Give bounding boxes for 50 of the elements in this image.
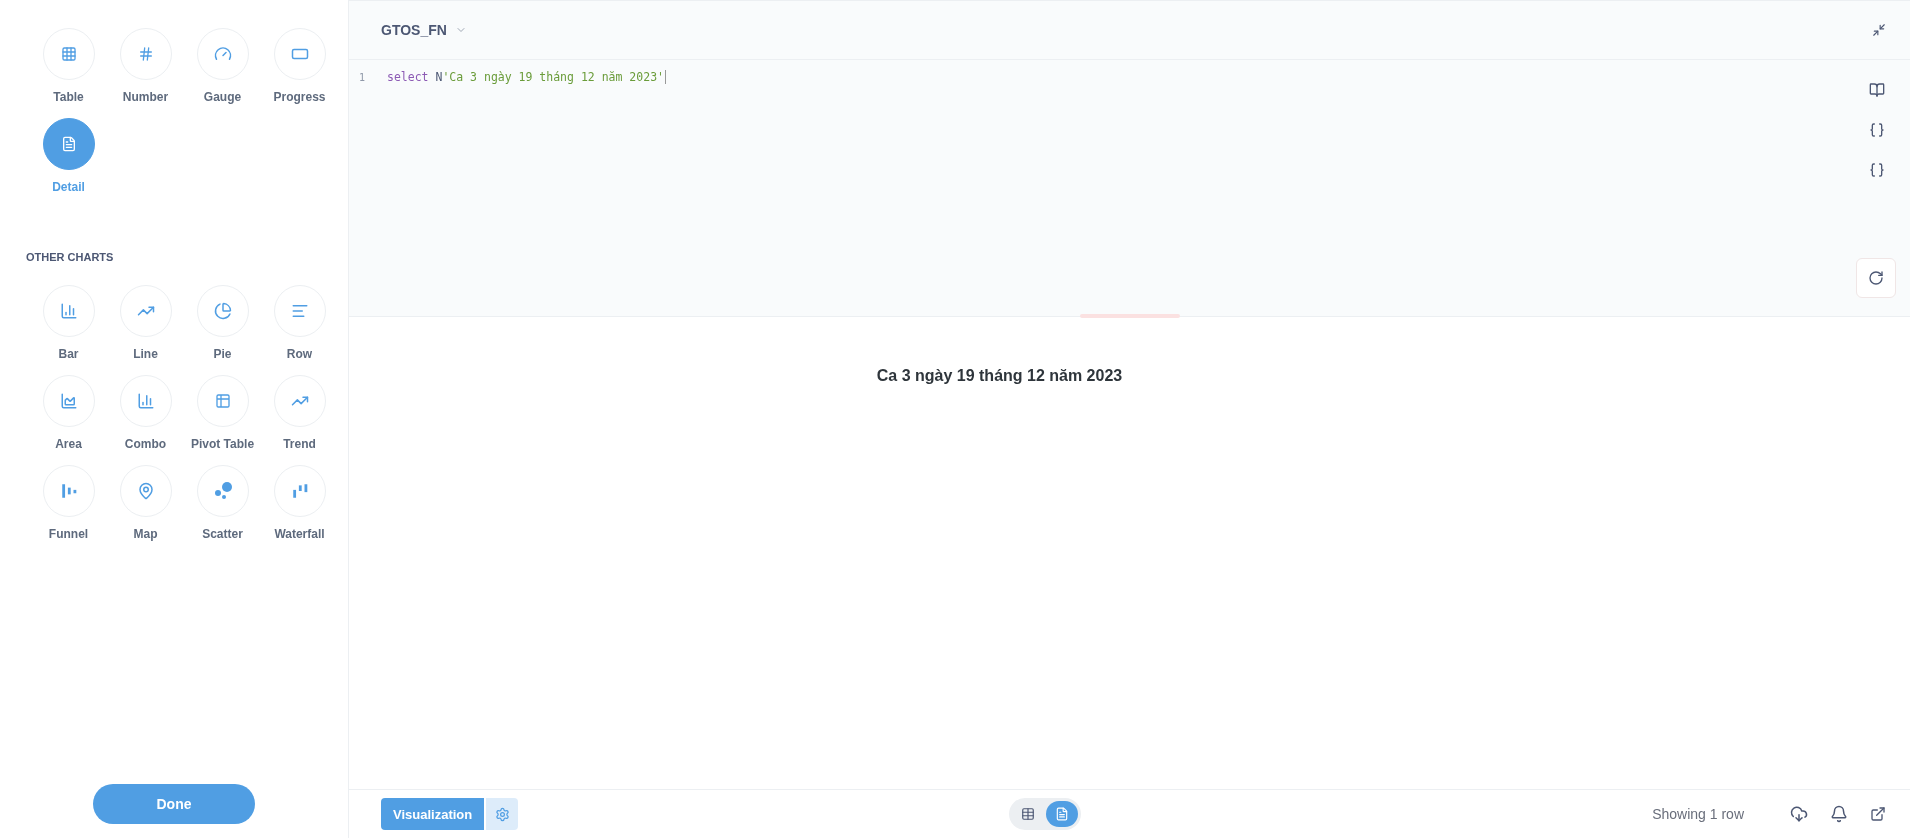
chart-type-label: Area xyxy=(55,437,82,451)
settings-button[interactable] xyxy=(486,798,519,830)
funnel-icon xyxy=(59,482,78,500)
rows-icon xyxy=(290,302,309,320)
chart-type-label: Scatter xyxy=(202,527,243,541)
pivot-table-icon xyxy=(214,393,231,409)
code-editor[interactable]: 1 select N'Ca 3 ngày 19 tháng 12 năm 2023' xyxy=(349,60,1910,317)
document-icon xyxy=(1055,807,1070,821)
gear-icon xyxy=(494,806,510,822)
waterfall-icon xyxy=(290,482,309,500)
detail-view-button[interactable] xyxy=(1046,801,1079,827)
chart-type-label: Funnel xyxy=(48,527,89,541)
chart-type-label: Pie xyxy=(213,347,232,361)
pie-chart-icon xyxy=(213,302,232,320)
chart-type-label: Number xyxy=(122,90,169,104)
result-value: Ca 3 ngày 19 tháng 12 năm 2023 xyxy=(876,367,1123,385)
area-chart-icon xyxy=(59,392,78,410)
chart-type-label: Table xyxy=(53,90,84,104)
table-icon xyxy=(1021,807,1036,821)
chart-type-label: Progress xyxy=(273,90,326,104)
chart-type-label: Bar xyxy=(58,347,79,361)
gauge-icon xyxy=(213,45,232,63)
database-selector[interactable]: GTOS_FN xyxy=(381,22,467,38)
line-number: 1 xyxy=(358,71,366,83)
external-link-icon[interactable] xyxy=(1870,806,1886,822)
refresh-button[interactable] xyxy=(1856,258,1896,298)
bar-chart-icon xyxy=(59,302,78,320)
chart-type-label: Trend xyxy=(283,437,316,451)
code-line: select N'Ca 3 ngày 19 tháng 12 năm 2023' xyxy=(375,70,666,84)
chart-type-label: Gauge xyxy=(203,90,242,104)
refresh-icon xyxy=(1868,270,1884,286)
chart-type-label: Waterfall xyxy=(274,527,325,541)
map-pin-icon xyxy=(136,482,155,500)
chart-type-label: Combo xyxy=(124,437,167,451)
download-icon[interactable] xyxy=(1790,805,1808,823)
chart-type-label: Map xyxy=(133,527,158,541)
section-heading: OTHER CHARTS xyxy=(26,251,115,263)
document-icon xyxy=(60,136,77,152)
chart-type-label: Detail xyxy=(52,180,85,194)
collapse-icon[interactable] xyxy=(1872,23,1886,37)
combo-chart-icon xyxy=(136,392,155,410)
chart-type-button[interactable] xyxy=(42,118,95,170)
chart-type-label: Line xyxy=(133,347,158,361)
chart-type-label: Row xyxy=(286,347,313,361)
bell-icon[interactable] xyxy=(1830,805,1848,823)
number-icon xyxy=(137,46,154,62)
book-icon[interactable] xyxy=(1869,82,1885,98)
grid-icon xyxy=(60,46,77,62)
chart-type-label: Pivot Table xyxy=(190,437,255,451)
row-count: Showing 1 row xyxy=(1652,806,1744,822)
